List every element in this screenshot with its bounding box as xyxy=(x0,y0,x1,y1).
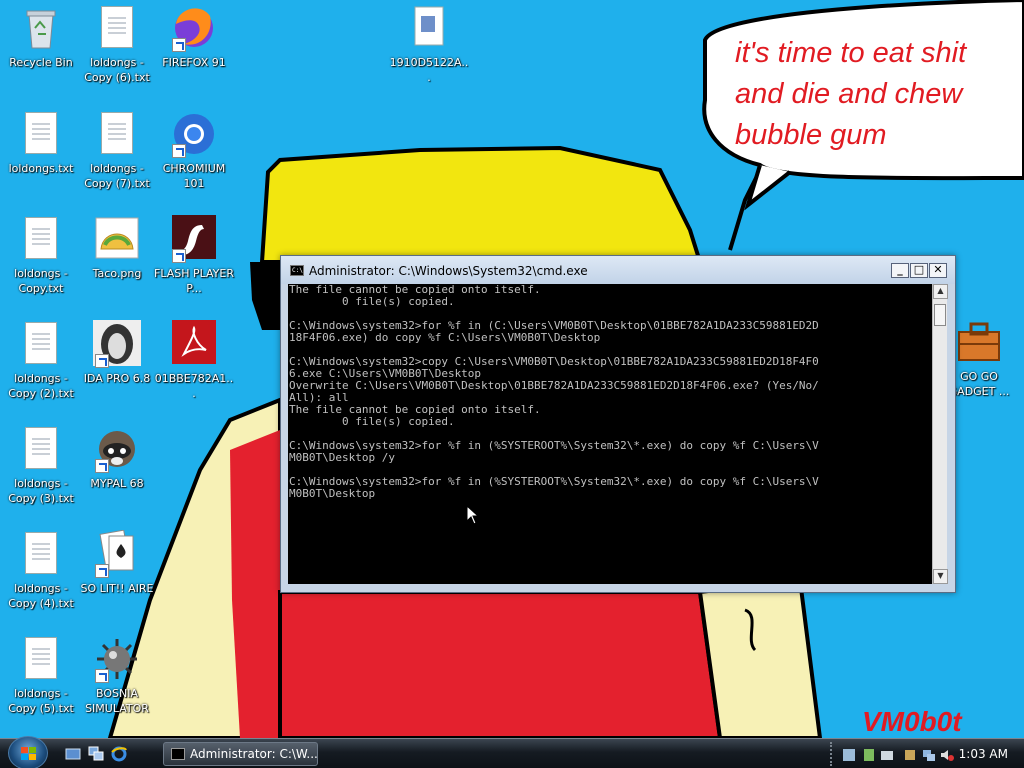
tray-app-icon-2[interactable] xyxy=(880,747,894,761)
icon-label: BOSNIA SIMULATOR xyxy=(85,687,149,715)
recycle-bin-icon xyxy=(17,4,65,52)
volume-muted-icon[interactable] xyxy=(940,747,954,761)
tray-app-icon[interactable] xyxy=(842,747,856,761)
icon-label: MYPAL 68 xyxy=(90,477,144,490)
file-icon xyxy=(405,4,453,52)
desktop-icon-loldongs-copy[interactable]: loldongs - Copy.txt xyxy=(0,215,82,296)
desktop-icon-loldongs-copy-7[interactable]: loldongs - Copy (7).txt xyxy=(76,110,158,191)
icon-label: loldongs - Copy (7).txt xyxy=(84,162,150,190)
console-text: The file cannot be copied onto itself. 0… xyxy=(289,284,819,500)
close-button[interactable]: ✕ xyxy=(929,263,947,278)
taskbar: Administrator: C:\W... 1:03 AM xyxy=(0,736,1024,768)
desktop-icon-firefox[interactable]: FIREFOX 91 xyxy=(153,4,235,70)
icon-label: Recycle Bin xyxy=(9,56,73,69)
taco-image-icon xyxy=(93,215,141,263)
icon-label: loldongs.txt xyxy=(8,162,74,175)
text-file-icon xyxy=(17,215,65,263)
desktop-icon-loldongs[interactable]: loldongs.txt xyxy=(0,110,82,176)
text-file-icon xyxy=(17,425,65,473)
icon-label: FLASH PLAYER P... xyxy=(154,267,234,295)
desktop-icon-bosnia-simulator[interactable]: BOSNIA SIMULATOR xyxy=(76,635,158,716)
speech-line-3: bubble gum xyxy=(735,119,887,151)
desktop-icon-mypal[interactable]: MYPAL 68 xyxy=(76,425,158,491)
minimize-button[interactable]: _ xyxy=(891,263,909,278)
start-button[interactable] xyxy=(8,736,48,768)
ida-pro-icon xyxy=(93,320,141,368)
icon-label: IDA PRO 6.8 xyxy=(83,372,151,385)
icon-label: FIREFOX 91 xyxy=(162,56,226,69)
speech-line-2: and die and chew xyxy=(735,78,964,110)
vertical-scrollbar[interactable]: ▲ ▼ xyxy=(932,284,948,584)
cmd-window[interactable]: Administrator: C:\Windows\System32\cmd.e… xyxy=(280,255,956,593)
icon-label: loldongs - Copy (3).txt xyxy=(8,477,74,505)
icon-label: SO LIT!! AIRE xyxy=(80,582,154,595)
maximize-button[interactable]: □ xyxy=(910,263,928,278)
windows-logo-icon xyxy=(21,747,37,761)
mouse-cursor-icon xyxy=(466,505,480,525)
desktop-icon-loldongs-copy-5[interactable]: loldongs - Copy (5).txt xyxy=(0,635,82,716)
desktop-icon-recycle-bin[interactable]: Recycle Bin xyxy=(0,4,82,70)
signature: VM0b0t xyxy=(862,706,963,737)
scroll-up-button[interactable]: ▲ xyxy=(933,284,948,299)
text-file-icon xyxy=(17,320,65,368)
toolbox-icon xyxy=(955,318,1003,366)
icon-label: Taco.png xyxy=(92,267,142,280)
desktop-icon-loldongs-copy-4[interactable]: loldongs - Copy (4).txt xyxy=(0,530,82,611)
chromium-icon xyxy=(170,110,218,158)
text-file-icon xyxy=(93,4,141,52)
desktop-icon-loldongs-copy-6[interactable]: loldongs - Copy (6).txt xyxy=(76,4,158,85)
desktop-icon-solitaire[interactable]: SO LIT!! AIRE xyxy=(76,529,158,596)
scroll-down-button[interactable]: ▼ xyxy=(933,569,948,584)
console-output[interactable]: The file cannot be copied onto itself. 0… xyxy=(288,284,932,584)
internet-explorer-icon[interactable] xyxy=(111,746,127,762)
text-file-icon xyxy=(17,110,65,158)
icon-label: 01BBE782A1... xyxy=(154,372,234,400)
text-file-icon xyxy=(17,635,65,683)
desktop-icon-loldongs-copy-3[interactable]: loldongs - Copy (3).txt xyxy=(0,425,82,506)
cmd-titlebar[interactable]: Administrator: C:\Windows\System32\cmd.e… xyxy=(281,256,955,284)
desktop-icon-loldongs-copy-2[interactable]: loldongs - Copy (2).txt xyxy=(0,320,82,401)
icon-label: 1910D5122A... xyxy=(389,56,469,84)
firefox-icon xyxy=(170,4,218,52)
pdf-icon xyxy=(170,320,218,368)
taskbar-button-cmd[interactable]: Administrator: C:\W... xyxy=(163,742,318,766)
switch-windows-icon[interactable] xyxy=(88,746,104,762)
flash-player-icon xyxy=(170,215,218,263)
icon-label: loldongs - Copy.txt xyxy=(14,267,68,295)
tray-shield-icon[interactable] xyxy=(862,747,876,761)
taskbar-button-label: Administrator: C:\W... xyxy=(190,747,318,761)
desktop-icon-chromium[interactable]: CHROMIUM 101 xyxy=(153,110,235,191)
cmd-title: Administrator: C:\Windows\System32\cmd.e… xyxy=(309,264,588,278)
desktop-icon-ida-pro[interactable]: IDA PRO 6.8 xyxy=(76,320,158,386)
cmd-icon xyxy=(171,748,185,760)
icon-label: loldongs - Copy (5).txt xyxy=(8,687,74,715)
tray-divider xyxy=(830,742,836,766)
scroll-thumb[interactable] xyxy=(934,304,946,326)
icon-label: CHROMIUM 101 xyxy=(162,162,226,190)
minesweeper-icon xyxy=(93,635,141,683)
clock[interactable]: 1:03 AM xyxy=(959,747,1008,761)
network-icon[interactable] xyxy=(922,747,936,761)
text-file-icon xyxy=(93,110,141,158)
desktop-icon-01bbe782a1[interactable]: 01BBE782A1... xyxy=(153,320,235,401)
desktop-icon-1910d5122a[interactable]: 1910D5122A... xyxy=(388,4,470,85)
icon-label: loldongs - Copy (2).txt xyxy=(8,372,74,400)
icon-label: loldongs - Copy (6).txt xyxy=(84,56,150,84)
solitaire-icon xyxy=(93,529,141,578)
text-file-icon xyxy=(17,530,65,578)
speech-line-1: it's time to eat shit xyxy=(735,37,968,69)
desktop-icon-taco[interactable]: Taco.png xyxy=(76,215,158,281)
cmd-icon xyxy=(290,265,304,276)
show-desktop-icon[interactable] xyxy=(65,746,81,762)
icon-label: loldongs - Copy (4).txt xyxy=(8,582,74,610)
mypal-icon xyxy=(93,425,141,473)
desktop-icon-flash-player[interactable]: FLASH PLAYER P... xyxy=(153,215,235,296)
tray-app-icon-3[interactable] xyxy=(903,747,917,761)
